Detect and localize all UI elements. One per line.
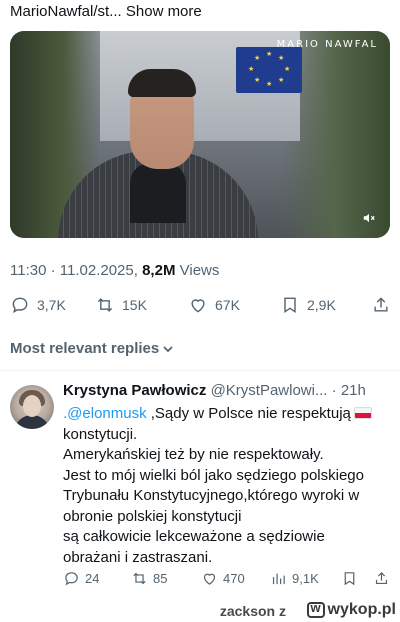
reply-line-4: Jest to mój wielki ból jako sędziego pol… <box>63 466 364 484</box>
poland-flag-icon <box>353 407 372 419</box>
avatar-coat <box>14 415 50 429</box>
share-icon <box>374 297 388 312</box>
mute-icon[interactable] <box>362 211 376 228</box>
reply-time[interactable]: 21h <box>341 382 366 399</box>
reply-like-count: 470 <box>223 571 245 586</box>
avatar[interactable] <box>10 385 54 429</box>
bookmark-icon <box>284 297 296 313</box>
bookmark-icon <box>344 572 355 586</box>
reply-views-button[interactable]: 9,1K <box>270 570 319 587</box>
reply-repost-button[interactable]: 85 <box>131 570 167 587</box>
reply-header: Krystyna Pawłowicz @KrystPawlowi... · 21… <box>63 382 393 399</box>
wykop-logo: wykop.pl <box>306 600 396 619</box>
wykop-site-label: wykop.pl <box>327 601 396 618</box>
repost-icon <box>97 298 113 312</box>
reply-separator: · <box>331 382 337 399</box>
views-label: Views <box>179 262 220 279</box>
reply-like-button[interactable]: 470 <box>201 570 245 587</box>
post-date: 11.02.2025 <box>59 262 134 279</box>
post-author-text: MarioNawfal/st... Show more <box>10 3 202 20</box>
meta-separator: · <box>50 262 56 279</box>
repost-button[interactable]: 15K <box>95 295 147 315</box>
post-time: 11:30 <box>10 262 47 279</box>
wykop-logo-icon <box>306 600 325 618</box>
reply-action-bar: 24 85 470 9,1K <box>63 570 393 588</box>
heart-icon <box>191 299 205 313</box>
share-icon <box>375 571 388 585</box>
replies-sort-label: Most relevant replies <box>10 340 160 357</box>
reply-icon <box>65 572 78 586</box>
avatar-face <box>23 395 41 417</box>
share-button[interactable] <box>371 295 391 315</box>
reply-line-7: są całkowicie lekceważone a sędziowie <box>63 528 325 545</box>
reply-repost-count: 85 <box>153 571 168 586</box>
person-turtleneck <box>130 163 186 223</box>
reply-line-2: konstytucji. <box>63 425 138 443</box>
like-count: 67K <box>215 297 240 313</box>
source-watermark: zackson z wykop.pl <box>0 600 400 622</box>
reply-text: .@elonmusk ,Sądy w Polsce nie respektują… <box>63 404 393 568</box>
reply-line-1: .@elonmusk ,Sądy w Polsce nie respektują <box>63 404 393 425</box>
reply-button[interactable]: 3,7K <box>10 295 66 315</box>
reply-share-button[interactable] <box>373 570 390 587</box>
reply-line-3: Amerykańskiej też by nie respektowały. <box>63 446 324 463</box>
eu-flag-image: ★ ★ ★ ★ ★ ★ ★ ★ <box>236 47 302 93</box>
uploader-name: zackson z <box>219 603 286 619</box>
post-author-label: MarioNawfal/st... <box>10 3 122 20</box>
heart-icon <box>203 573 216 585</box>
views-count: 8,2M <box>142 262 176 279</box>
reply-bookmark-button[interactable] <box>341 570 358 587</box>
repost-icon <box>133 572 146 585</box>
reply-count: 3,7K <box>37 297 66 313</box>
divider <box>0 370 400 371</box>
reply-line-5: Trybunału Konstytucyjnego,którego wyroki… <box>63 487 360 504</box>
post-meta: 11:30 · 11.02.2025, 8,2M Views <box>10 262 220 279</box>
chevron-down-icon <box>163 345 173 352</box>
reply-reply-count: 24 <box>85 571 100 586</box>
post-action-bar: 3,7K 15K 67K 2,9K <box>10 295 390 317</box>
repost-count: 15K <box>122 297 147 313</box>
reply-icon <box>12 297 28 314</box>
mention-link[interactable]: .@elonmusk <box>63 405 147 422</box>
reply-reply-button[interactable]: 24 <box>63 570 99 587</box>
video-watermark: MARIO NAWFAL <box>276 39 378 50</box>
reply-line-6: obronie polskiej konstytucji <box>63 507 242 525</box>
reply-line-1-text: ,Sądy w Polsce nie respektują <box>146 405 351 422</box>
person-hair <box>128 69 196 97</box>
show-more-link[interactable]: Show more <box>126 3 202 20</box>
like-button[interactable]: 67K <box>188 295 240 315</box>
reply-line-8: obrażani i zastraszani. <box>63 548 213 566</box>
bookmark-count: 2,9K <box>307 297 336 313</box>
reply-author-handle[interactable]: @KrystPawlowi... <box>211 382 328 399</box>
post-video[interactable]: ★ ★ ★ ★ ★ ★ ★ ★ MARIO NAWFAL <box>10 31 390 238</box>
views-bar-chart-icon <box>272 573 285 585</box>
reply-author-name[interactable]: Krystyna Pawłowicz <box>63 382 206 399</box>
reply-views-count: 9,1K <box>292 571 319 586</box>
bookmark-button[interactable]: 2,9K <box>280 295 336 315</box>
replies-sort-dropdown[interactable]: Most relevant replies <box>10 340 174 357</box>
